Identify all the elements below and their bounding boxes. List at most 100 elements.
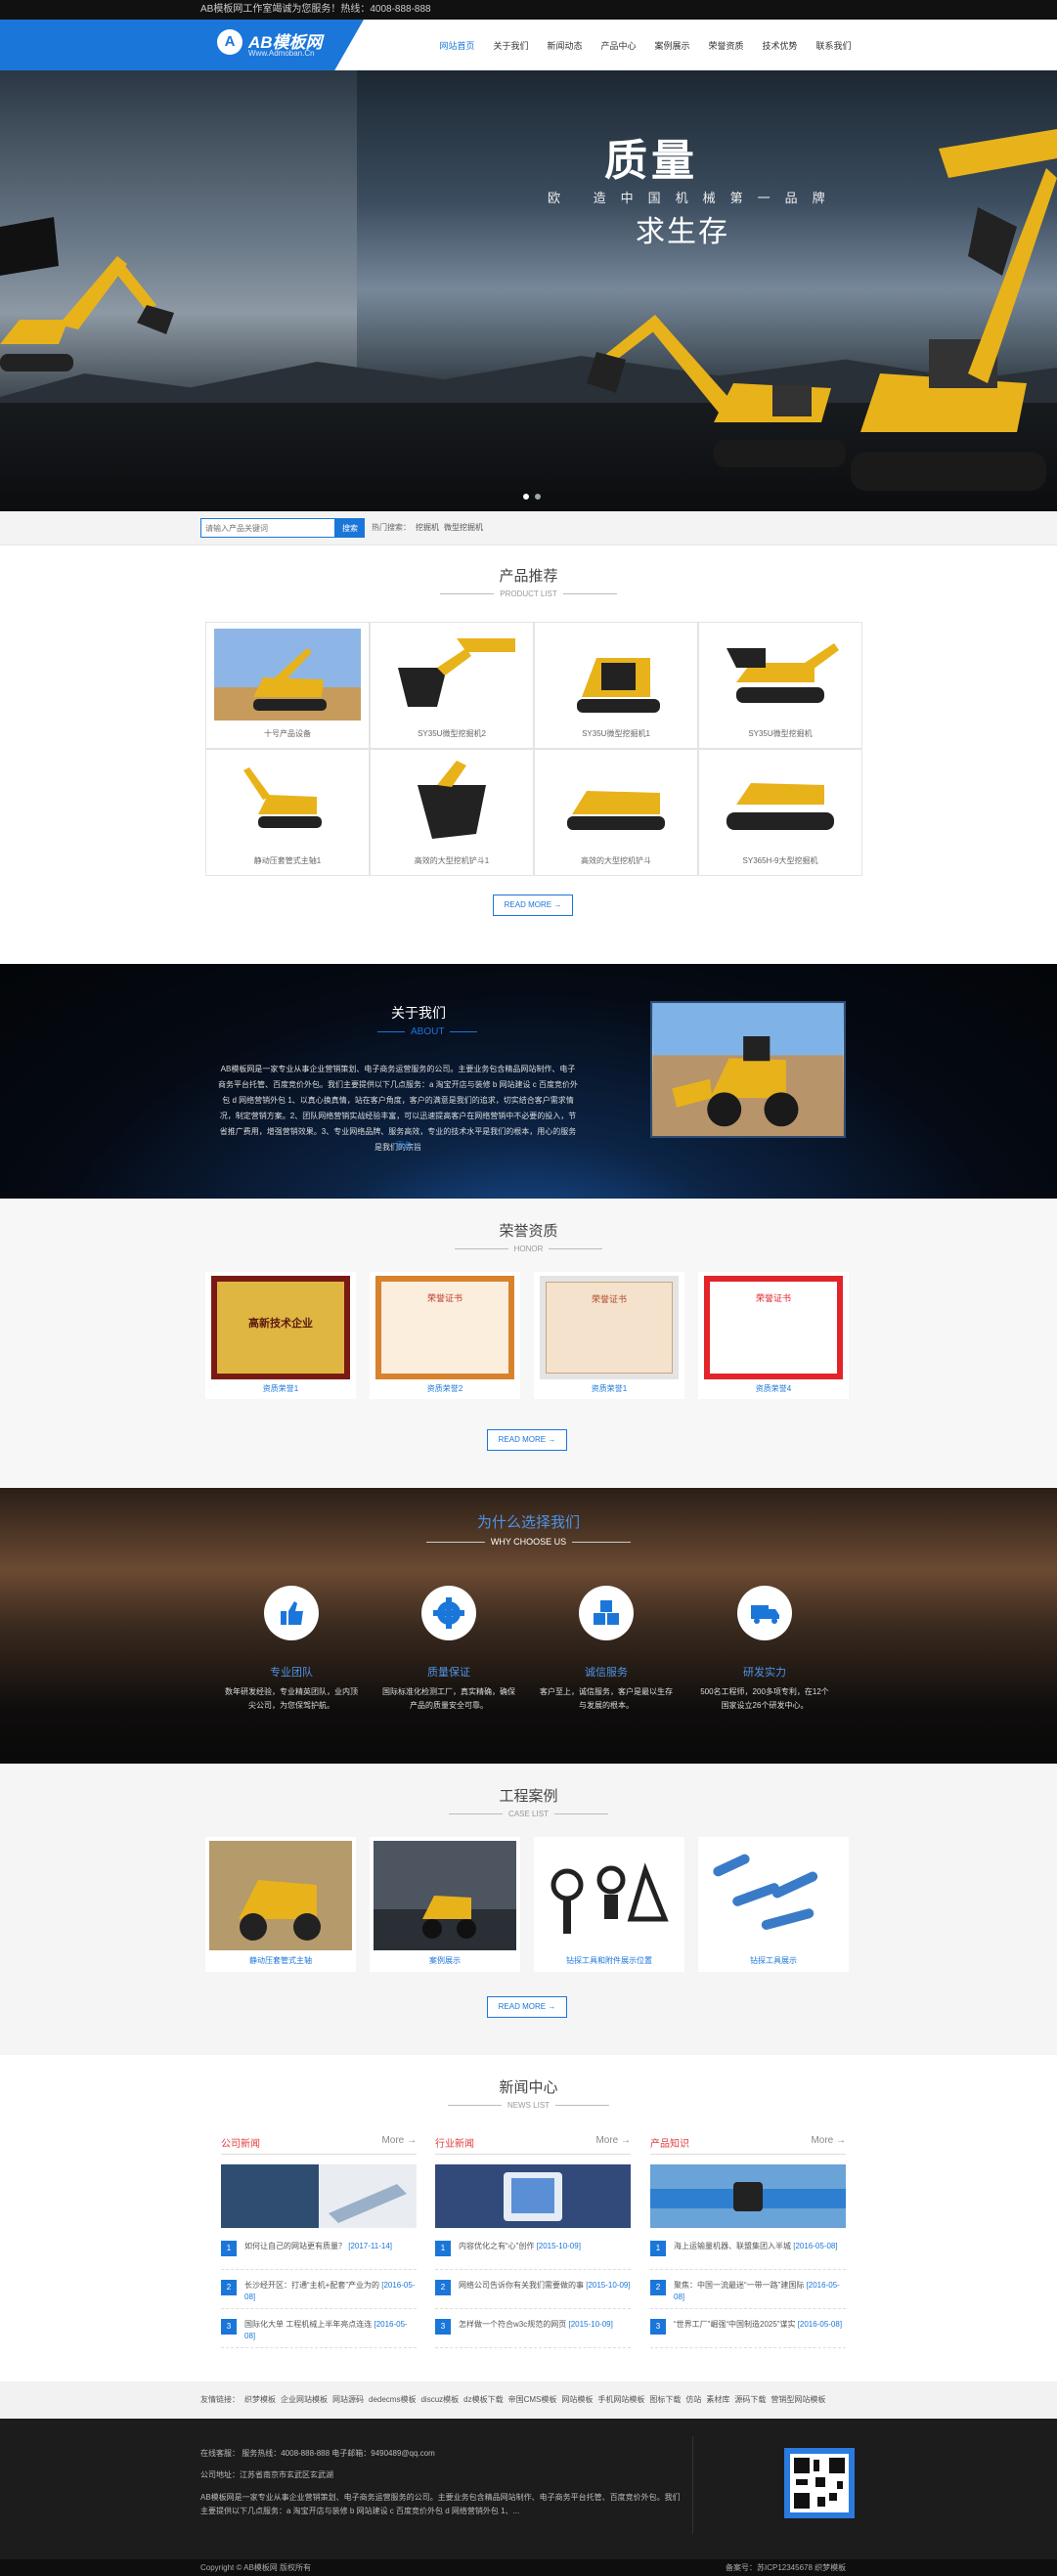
news-item-date: [2016-05-08] bbox=[793, 2242, 838, 2250]
news-column-title[interactable]: 公司新闻 bbox=[221, 2135, 260, 2150]
nav-news[interactable]: 新闻动态 bbox=[538, 39, 592, 52]
friend-link[interactable]: 营销型网站模板 bbox=[771, 2395, 825, 2404]
news-number: 2 bbox=[650, 2280, 666, 2295]
truck-icon bbox=[737, 1586, 792, 1640]
honor-certificate: 荣誉证书 bbox=[540, 1276, 679, 1379]
news-item-date: [2015-10-09] bbox=[536, 2242, 581, 2250]
friend-link[interactable]: 手机网站模板 bbox=[597, 2395, 644, 2404]
footer: 在线客服： 服务热线：4008-888-888 电子邮箱：9490489@qq.… bbox=[0, 2419, 1057, 2559]
friend-link[interactable]: 织梦模板 bbox=[244, 2395, 276, 2404]
friend-link[interactable]: 帝国CMS模板 bbox=[508, 2395, 557, 2404]
friend-link[interactable]: 网站源码 bbox=[332, 2395, 364, 2404]
news-item[interactable]: 1 海上运输量机器、联盟集团入半城 [2016-05-08] bbox=[650, 2241, 846, 2270]
news-column-title[interactable]: 产品知识 bbox=[650, 2135, 689, 2150]
honor-card[interactable]: 荣誉证书 资质荣誉2 bbox=[370, 1272, 520, 1399]
product-card[interactable]: 十号产品设备 bbox=[205, 622, 370, 749]
excavator-right-image bbox=[851, 129, 1057, 491]
product-card[interactable]: 高效的大型挖机铲斗1 bbox=[370, 749, 534, 876]
news-column-image bbox=[221, 2164, 417, 2228]
news-column-more[interactable]: More → bbox=[811, 2135, 846, 2150]
news-item[interactable]: 2 网络公司告诉你有关我们需要做的事 [2015-10-09] bbox=[435, 2280, 631, 2309]
nav-honor[interactable]: 荣誉资质 bbox=[699, 39, 753, 52]
about-more-link[interactable]: 更多 > bbox=[396, 1140, 418, 1151]
cases-more-button[interactable]: READ MORE → bbox=[487, 1996, 567, 2018]
case-name: 静动压套管式主轴 bbox=[249, 1956, 312, 1965]
friend-link[interactable]: 企业网站模板 bbox=[281, 2395, 328, 2404]
product-card[interactable]: 静动压套管式主轴1 bbox=[205, 749, 370, 876]
logo-area[interactable]: A AB模板网 Www.Admoban.Cn bbox=[0, 20, 364, 70]
friend-link[interactable]: 网站模板 bbox=[561, 2395, 593, 2404]
honor-card[interactable]: 荣誉证书 资质荣誉4 bbox=[698, 1272, 849, 1399]
products-section: 产品推荐 PRODUCT LIST 十号产品设备 SY35U微型挖掘机2 SY3… bbox=[0, 546, 1057, 916]
product-image bbox=[214, 756, 361, 848]
main-nav: 网站首页 关于我们 新闻动态 产品中心 案例展示 荣誉资质 技术优势 联系我们 bbox=[430, 20, 860, 70]
search-input[interactable] bbox=[200, 518, 335, 538]
case-card[interactable]: 钻探工具展示 bbox=[698, 1837, 849, 1972]
honor-subtitle: HONOR bbox=[0, 1244, 1057, 1253]
products-more-button[interactable]: READ MORE → bbox=[493, 895, 573, 916]
news-item-title: 海上运输量机器、联盟集团入半城 bbox=[674, 2242, 791, 2250]
news-item-title: 怎样做一个符合w3c规范的网页 bbox=[459, 2320, 567, 2329]
news-item[interactable]: 2 长沙经开区：打通“主机+配套”产业为的 [2016-05-08] bbox=[221, 2280, 417, 2309]
footer-divider bbox=[692, 2436, 693, 2534]
nav-about[interactable]: 关于我们 bbox=[484, 39, 538, 52]
news-column-title[interactable]: 行业新闻 bbox=[435, 2135, 474, 2150]
hot-search-word[interactable]: 挖掘机 bbox=[416, 523, 439, 532]
product-card[interactable]: SY35U微型挖掘机 bbox=[698, 622, 862, 749]
nav-products[interactable]: 产品中心 bbox=[592, 39, 645, 52]
slider-dot[interactable] bbox=[535, 494, 541, 500]
product-card[interactable]: 高效的大型挖机铲斗 bbox=[534, 749, 698, 876]
friend-link[interactable]: dz模板下载 bbox=[463, 2395, 503, 2404]
nav-contact[interactable]: 联系我们 bbox=[807, 39, 860, 52]
honor-certificate: 高新技术企业 bbox=[211, 1276, 350, 1379]
friend-link[interactable]: discuz模板 bbox=[420, 2395, 459, 2404]
product-card[interactable]: SY365H-9大型挖掘机 bbox=[698, 749, 862, 876]
honor-more-button[interactable]: READ MORE → bbox=[487, 1429, 567, 1451]
product-card[interactable]: SY35U微型挖掘机1 bbox=[534, 622, 698, 749]
product-image bbox=[543, 756, 689, 848]
why-subtitle-text: WHY CHOOSE US bbox=[490, 1537, 567, 1547]
news-item[interactable]: 3 怎样做一个符合w3c规范的网页 [2015-10-09] bbox=[435, 2319, 631, 2348]
news-item-date: [2017-11-14] bbox=[348, 2242, 393, 2250]
nav-cases[interactable]: 案例展示 bbox=[645, 39, 699, 52]
friend-link[interactable]: 仿站 bbox=[685, 2395, 701, 2404]
case-card[interactable]: 钻探工具和附件展示位置 bbox=[534, 1837, 684, 1972]
friend-link[interactable]: 素材库 bbox=[706, 2395, 729, 2404]
search-button[interactable]: 搜索 bbox=[335, 518, 365, 538]
case-card[interactable]: 静动压套管式主轴 bbox=[205, 1837, 356, 1972]
hero-banner[interactable]: 质量 欧 造中国机械第一品牌 求生存 bbox=[0, 70, 1057, 511]
nav-home[interactable]: 网站首页 bbox=[430, 39, 484, 52]
product-card[interactable]: SY35U微型挖掘机2 bbox=[370, 622, 534, 749]
hot-search-word[interactable]: 微型挖掘机 bbox=[444, 523, 483, 532]
hot-search: 热门搜索： 挖掘机 微型挖掘机 bbox=[372, 522, 483, 533]
honor-name: 资质荣誉2 bbox=[426, 1384, 463, 1393]
news-item[interactable]: 2 聚焦：中国一流最迷“一带一路”建国际 [2016-05-08] bbox=[650, 2280, 846, 2309]
honor-grid: 高新技术企业 资质荣誉1 荣誉证书 资质荣誉2 荣誉证书 资质荣誉1 荣誉证书 资质荣誉… bbox=[205, 1272, 849, 1399]
case-name: 钻探工具展示 bbox=[750, 1956, 797, 1965]
cases-subtitle-text: CASE LIST bbox=[508, 1810, 549, 1818]
friend-link[interactable]: 图标下载 bbox=[649, 2395, 681, 2404]
news-subtitle: NEWS LIST bbox=[0, 2101, 1057, 2110]
news-column-more[interactable]: More → bbox=[381, 2135, 417, 2150]
news-item[interactable]: 3 “世界工厂”崛强“中国制造2025”谋实 [2016-05-08] bbox=[650, 2319, 846, 2348]
news-item[interactable]: 1 内容优化之有“心”创作 [2015-10-09] bbox=[435, 2241, 631, 2270]
logo-icon: A bbox=[217, 29, 242, 55]
icp-text: 备案号：苏ICP12345678 织梦模板 bbox=[726, 2563, 847, 2572]
news-item[interactable]: 3 国际化大单 工程机械上半年亮点连连 [2016-05-08] bbox=[221, 2319, 417, 2348]
friend-link[interactable]: 源码下载 bbox=[734, 2395, 766, 2404]
news-item[interactable]: 1 如何让自己的网站更有质量？ [2017-11-14] bbox=[221, 2241, 417, 2270]
honor-card[interactable]: 高新技术企业 资质荣誉1 bbox=[205, 1272, 356, 1399]
friend-link[interactable]: dedecms模板 bbox=[369, 2395, 416, 2404]
slider-dot-active[interactable] bbox=[523, 494, 529, 500]
news-item-title: 网络公司告诉你有关我们需要做的事 bbox=[459, 2281, 584, 2290]
product-name: 高效的大型挖机铲斗1 bbox=[414, 856, 490, 865]
news-column-more[interactable]: More → bbox=[595, 2135, 631, 2150]
product-name: SY35U微型挖掘机 bbox=[748, 729, 813, 738]
logo-subtitle: Www.Admoban.Cn bbox=[248, 49, 315, 58]
honor-card[interactable]: 荣誉证书 资质荣誉1 bbox=[534, 1272, 684, 1399]
product-grid: 十号产品设备 SY35U微型挖掘机2 SY35U微型挖掘机1 SY35U微型挖掘… bbox=[205, 622, 862, 876]
nav-tech[interactable]: 技术优势 bbox=[753, 39, 807, 52]
news-number: 2 bbox=[221, 2280, 237, 2295]
case-card[interactable]: 案例展示 bbox=[370, 1837, 520, 1972]
news-number: 3 bbox=[650, 2319, 666, 2335]
